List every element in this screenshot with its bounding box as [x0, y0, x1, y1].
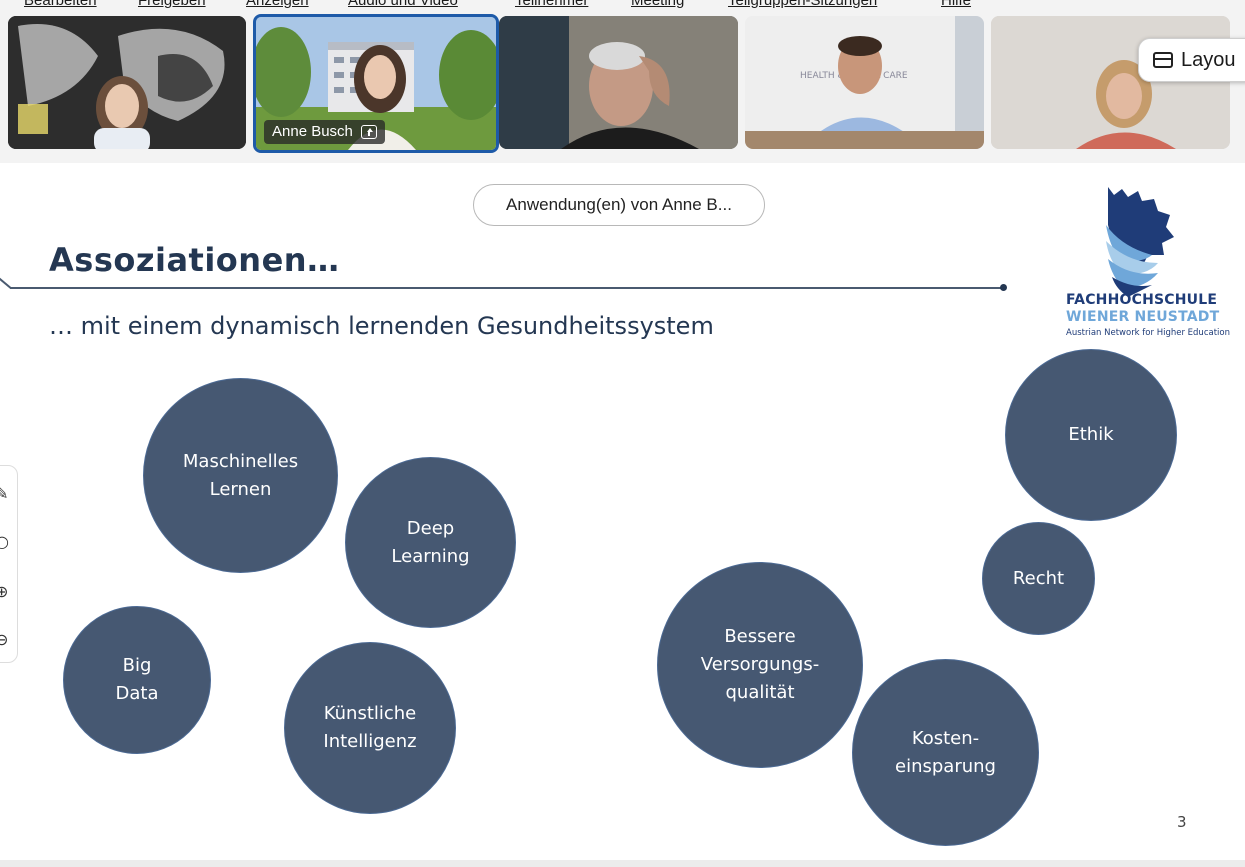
bubble-label: Maschinelles Lernen	[182, 450, 299, 500]
video-feed: HEALTH & SOCIAL CARE	[745, 16, 984, 149]
video-feed	[8, 16, 246, 149]
logo-name-line1: FACHHOCHSCHULE	[1066, 292, 1218, 308]
menu-freigeben[interactable]: Freigeben	[138, 0, 206, 9]
annotation-toolbar: ✎ ○ ⊕ ⊖	[0, 465, 18, 663]
bubble-recht: Recht	[982, 522, 1095, 635]
shape-icon[interactable]: ○	[0, 532, 9, 551]
participant-name-tag: Anne Busch	[264, 120, 385, 144]
menu-bar: Bearbeiten Freigeben Anzeigen Audio und …	[0, 0, 1245, 10]
title-rule-end-dot	[1000, 284, 1007, 291]
participant-tile-5[interactable]	[991, 16, 1230, 149]
screen-share-icon	[360, 125, 377, 139]
menu-teilnehmer[interactable]: Teilnehmer	[515, 0, 588, 9]
participant-name: Anne Busch	[272, 123, 353, 140]
layout-button[interactable]: Layou	[1138, 38, 1245, 82]
title-rule	[10, 287, 1003, 289]
logo-tagline: Austrian Network for Higher Education	[1066, 328, 1230, 338]
bubble-kuenstliche-intelligenz: Künstliche Intelligenz	[284, 642, 456, 814]
bubble-label: Künstliche Intelligenz	[323, 703, 417, 752]
bubble-maschinelles-lernen: Maschinelles Lernen	[143, 378, 338, 573]
menu-teilgruppen[interactable]: Teilgruppen-Sitzungen	[728, 0, 877, 9]
zoom-out-icon[interactable]: ⊖	[0, 630, 8, 649]
logo-name-line2: WIENER NEUSTADT	[1066, 309, 1220, 325]
bubble-deep-learning: Deep Learning	[345, 457, 516, 628]
layout-label: Layou	[1181, 48, 1236, 71]
participant-tile-3[interactable]	[499, 16, 738, 149]
bubble-label: Recht	[1012, 567, 1065, 589]
slide-title: Assoziationen…	[49, 241, 340, 279]
screen-share-notice[interactable]: Anwendung(en) von Anne B...	[473, 184, 765, 226]
menu-hilfe[interactable]: Hilfe	[941, 0, 971, 9]
bubble-ethik: Ethik	[1005, 349, 1177, 521]
bubble-label: Big Data	[115, 655, 159, 704]
bubble-label: Kosten- einsparung	[895, 727, 996, 777]
bottom-bar	[0, 860, 1245, 867]
menu-audio-video[interactable]: Audio und Video	[348, 0, 458, 9]
video-feed	[499, 16, 738, 149]
menu-bearbeiten[interactable]: Bearbeiten	[24, 0, 97, 9]
bubble-label: Ethik	[1068, 424, 1114, 445]
slide-page-number: 3	[1177, 813, 1187, 831]
menu-meeting[interactable]: Meeting	[631, 0, 684, 9]
layout-icon	[1153, 52, 1173, 68]
bubble-kosteneinsparung: Kosten- einsparung	[852, 659, 1039, 846]
participant-tile-4[interactable]: HEALTH & SOCIAL CARE	[745, 16, 984, 149]
zoom-in-icon[interactable]: ⊕	[0, 582, 8, 601]
bubble-bessere-versorgungsqualitaet: Bessere Versorgungs- qualität	[657, 562, 863, 768]
slide-subtitle: … mit einem dynamisch lernenden Gesundhe…	[49, 312, 714, 340]
bubble-label: Bessere Versorgungs- qualität	[700, 626, 820, 703]
bubble-big-data: Big Data	[63, 606, 211, 754]
pen-icon[interactable]: ✎	[0, 484, 8, 503]
menu-anzeigen[interactable]: Anzeigen	[246, 0, 309, 9]
video-feed	[991, 16, 1230, 149]
shared-slide: Anwendung(en) von Anne B... Assoziatione…	[0, 163, 1245, 860]
participant-tile-1[interactable]	[8, 16, 246, 149]
participant-tile-anne-busch[interactable]: Anne Busch	[253, 14, 499, 153]
bubble-label: Deep Learning	[391, 517, 470, 567]
participant-strip: Anne Busch HEALTH & SOCIAL CARE	[0, 10, 1245, 169]
